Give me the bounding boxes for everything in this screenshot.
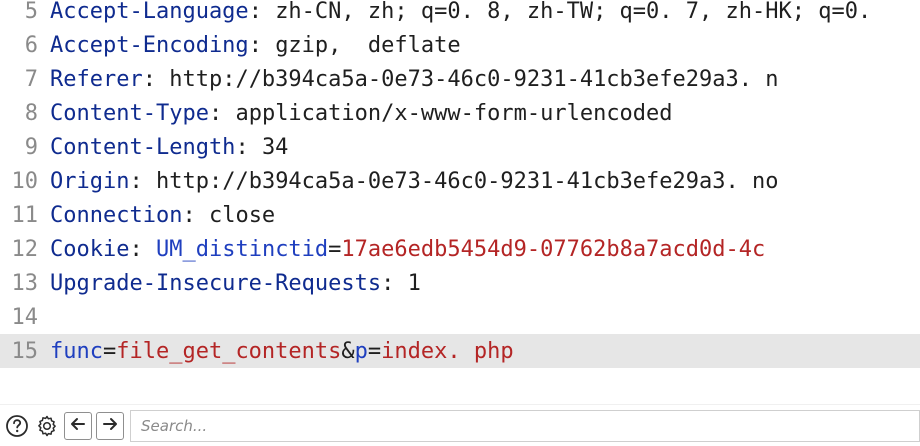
editor-line: 5 Accept-Language: zh-CN, zh; q=0. 8, zh…	[0, 0, 920, 28]
line-content: Connection: close	[44, 203, 275, 228]
editor-line: 11 Connection: close	[0, 198, 920, 232]
line-number: 13	[11, 270, 39, 296]
editor-line: 6 Accept-Encoding: gzip, deflate	[0, 28, 920, 62]
param-value: file_get_contents	[116, 338, 342, 364]
header-name: Origin	[50, 168, 130, 194]
cookie-value: 17ae6edb5454d9-07762b8a7acd0d-4c	[341, 236, 766, 262]
header-value: gzip, deflate	[275, 32, 461, 58]
header-name: Accept-Encoding	[50, 32, 249, 58]
header-separator: :	[248, 0, 276, 24]
header-name: Content-Length	[50, 134, 236, 160]
equals-sign: =	[328, 236, 342, 262]
back-button[interactable]	[64, 411, 92, 440]
header-separator: :	[208, 100, 236, 126]
editor-line: 10 Origin: http://b394ca5a-0e73-46c0-923…	[0, 164, 920, 198]
line-content: Upgrade-Insecure-Requests: 1	[44, 271, 421, 296]
line-content: Accept-Encoding: gzip, deflate	[44, 33, 461, 58]
forward-button[interactable]	[96, 411, 124, 440]
header-name: Referer	[50, 66, 143, 92]
equals-sign: =	[102, 338, 117, 364]
header-separator: :	[182, 202, 209, 228]
line-number: 12	[11, 236, 39, 262]
header-name: Upgrade-Insecure-Requests	[50, 270, 382, 296]
equals-sign: =	[367, 338, 382, 364]
line-number: 9	[24, 134, 38, 160]
arrow-right-icon	[100, 414, 120, 438]
header-value: 34	[261, 134, 289, 160]
arrow-left-icon	[68, 414, 88, 438]
line-number: 6	[24, 32, 38, 58]
header-value: application/x-www-form-urlencoded	[235, 100, 673, 126]
editor-line: 12 Cookie: UM_distinctid=17ae6edb5454d9-…	[0, 232, 920, 266]
header-separator: :	[381, 270, 408, 296]
editor-line: 7 Referer: http://b394ca5a-0e73-46c0-923…	[0, 62, 920, 96]
param-value: index. php	[381, 338, 514, 364]
header-name: Cookie	[50, 236, 130, 262]
line-content: Cookie: UM_distinctid=17ae6edb5454d9-077…	[44, 237, 765, 262]
header-value: 1	[407, 270, 421, 296]
header-value: zh-CN, zh; q=0. 8, zh-TW; q=0. 7, zh-HK;…	[275, 0, 872, 24]
question-circle-icon[interactable]	[4, 413, 30, 439]
line-content: func=file_get_contents&p=index. php	[44, 339, 514, 364]
param-separator: &	[341, 338, 355, 364]
param-name: p	[354, 338, 368, 364]
header-separator: :	[129, 236, 156, 262]
editor-line: 14	[0, 300, 920, 334]
header-separator: :	[129, 168, 156, 194]
line-number: 7	[24, 66, 38, 92]
request-editor[interactable]: 5 Accept-Language: zh-CN, zh; q=0. 8, zh…	[0, 0, 920, 404]
line-content: Origin: http://b394ca5a-0e73-46c0-9231-4…	[44, 169, 779, 194]
line-number: 11	[11, 202, 39, 228]
search-input[interactable]	[130, 409, 920, 442]
header-separator: :	[235, 134, 262, 160]
editor-line: 13 Upgrade-Insecure-Requests: 1	[0, 266, 920, 300]
editor-line-current: 15 func=file_get_contents&p=index. php	[0, 334, 920, 368]
line-content: Referer: http://b394ca5a-0e73-46c0-9231-…	[44, 67, 779, 92]
cookie-name: UM_distinctid	[155, 236, 329, 262]
header-value: http://b394ca5a-0e73-46c0-9231-41cb3efe2…	[155, 168, 779, 194]
line-content: Content-Type: application/x-www-form-url…	[44, 101, 673, 126]
gear-icon[interactable]	[34, 413, 60, 439]
header-name: Content-Type	[50, 100, 209, 126]
line-number: 5	[24, 0, 38, 24]
line-number: 15	[11, 338, 39, 364]
search-toolbar	[0, 404, 920, 446]
header-value: close	[208, 202, 276, 228]
header-value: http://b394ca5a-0e73-46c0-9231-41cb3efe2…	[169, 66, 779, 92]
line-number: 8	[24, 100, 38, 126]
editor-line: 9 Content-Length: 34	[0, 130, 920, 164]
header-separator: :	[248, 32, 276, 58]
param-name: func	[50, 338, 103, 364]
header-name: Connection	[50, 202, 183, 228]
header-name: Accept-Language	[50, 0, 249, 24]
line-content: Accept-Language: zh-CN, zh; q=0. 8, zh-T…	[44, 0, 871, 24]
line-content: Content-Length: 34	[44, 135, 288, 160]
header-separator: :	[142, 66, 170, 92]
line-number: 10	[11, 168, 39, 194]
line-number: 14	[11, 304, 39, 330]
editor-line: 8 Content-Type: application/x-www-form-u…	[0, 96, 920, 130]
